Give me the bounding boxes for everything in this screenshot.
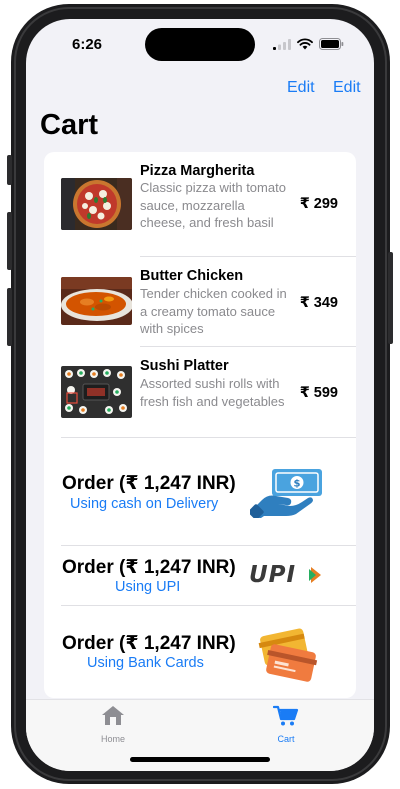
order-cash-on-delivery-button[interactable]: Order (₹ 1,247 INR) Using cash on Delive… bbox=[44, 438, 356, 545]
order-title: Order (₹ 1,247 INR) bbox=[62, 633, 236, 654]
order-subtitle: Using cash on Delivery bbox=[70, 496, 219, 512]
app-screen: 6:26 Edit Edit Cart Pizza Margherita Cla… bbox=[26, 19, 374, 771]
cart-item-sushi-platter[interactable]: Sushi Platter Assorted sushi rolls with … bbox=[44, 347, 356, 437]
cellular-signal-icon bbox=[273, 38, 291, 50]
upi-arrow-icon bbox=[309, 567, 321, 583]
item-price: ₹ 349 bbox=[299, 295, 338, 311]
tab-label: Home bbox=[100, 734, 125, 744]
item-name: Pizza Margherita bbox=[140, 163, 255, 179]
status-icons bbox=[273, 38, 344, 50]
tab-cart[interactable]: Cart bbox=[246, 704, 326, 744]
butter-chicken-image bbox=[61, 277, 132, 325]
cart-item-butter-chicken[interactable]: Butter Chicken Tender chicken cooked in … bbox=[44, 257, 356, 346]
svg-text:$: $ bbox=[294, 479, 301, 490]
credit-cards-icon bbox=[258, 628, 318, 682]
item-price: ₹ 299 bbox=[299, 196, 338, 212]
wifi-icon bbox=[297, 38, 313, 50]
upi-logo-text: UPI bbox=[249, 562, 297, 588]
item-price: ₹ 599 bbox=[299, 385, 338, 401]
home-indicator bbox=[130, 757, 270, 762]
order-bank-cards-button[interactable]: Order (₹ 1,247 INR) Using Bank Cards bbox=[44, 606, 356, 698]
upi-logo: UPI bbox=[249, 562, 329, 588]
order-upi-button[interactable]: Order (₹ 1,247 INR) Using UPI UPI bbox=[44, 546, 356, 605]
side-button-power bbox=[388, 252, 393, 344]
house-icon bbox=[102, 706, 124, 725]
item-name: Butter Chicken bbox=[140, 268, 244, 284]
side-button-volume-down bbox=[7, 288, 12, 346]
dynamic-island bbox=[145, 28, 255, 61]
status-time: 6:26 bbox=[72, 36, 103, 53]
order-subtitle: Using UPI bbox=[115, 579, 181, 595]
item-description: Assorted sushi rolls with fresh fish and… bbox=[140, 376, 285, 409]
edit-button-right[interactable]: Edit bbox=[333, 79, 361, 97]
order-subtitle: Using Bank Cards bbox=[87, 655, 204, 671]
sushi-image bbox=[61, 366, 132, 418]
page-title: Cart bbox=[40, 109, 99, 141]
cash-hand-icon: $ bbox=[250, 469, 322, 518]
cart-icon bbox=[272, 705, 299, 726]
cart-list: Pizza Margherita Classic pizza with toma… bbox=[44, 152, 356, 698]
item-name: Sushi Platter bbox=[140, 358, 229, 374]
order-title: Order (₹ 1,247 INR) bbox=[62, 557, 236, 578]
side-button-volume-up bbox=[7, 212, 12, 270]
battery-icon bbox=[319, 38, 344, 50]
tab-home[interactable]: Home bbox=[73, 704, 153, 744]
side-button-silent bbox=[7, 155, 12, 185]
tab-label: Cart bbox=[277, 734, 295, 744]
item-description: Classic pizza with tomato sauce, mozzare… bbox=[140, 180, 286, 230]
edit-button-left[interactable]: Edit bbox=[287, 79, 315, 97]
cart-item-pizza-margherita[interactable]: Pizza Margherita Classic pizza with toma… bbox=[44, 152, 356, 256]
order-title: Order (₹ 1,247 INR) bbox=[62, 473, 236, 494]
pizza-image bbox=[61, 178, 132, 230]
item-description: Tender chicken cooked in a creamy tomato… bbox=[140, 286, 287, 336]
